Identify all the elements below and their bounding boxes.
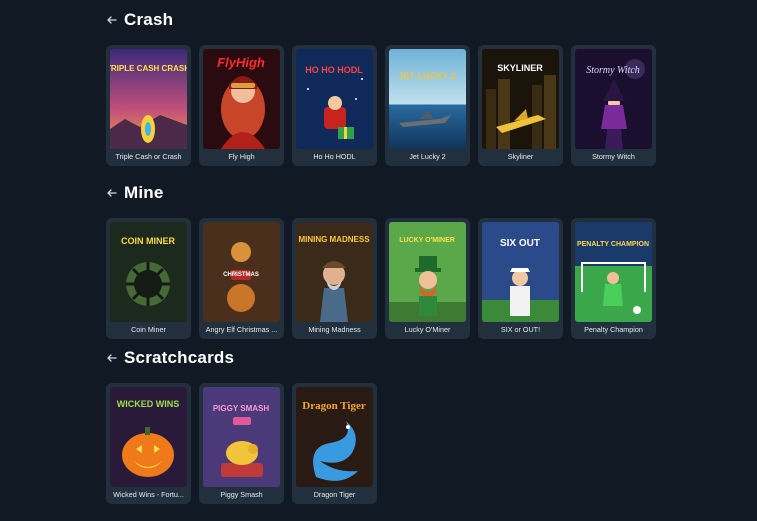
game-title: Lucky O'Miner [404, 325, 451, 334]
game-tile-skyliner[interactable]: SKYLINER Skyliner [478, 45, 563, 166]
game-title: Triple Cash or Crash [115, 152, 182, 161]
game-thumbnail: WICKED WINS [110, 387, 187, 487]
game-tile-penalty-champion[interactable]: PENALTY CHAMPION Penalty Champion [571, 218, 656, 339]
art-text: TRIPLE CASH CRASH [110, 64, 187, 73]
section-title: Mine [124, 183, 164, 202]
art-text: WICKED WINS [117, 399, 180, 409]
art-text: FlyHigh [217, 55, 265, 70]
game-title: Stormy Witch [592, 152, 635, 161]
arrow-left-icon[interactable] [106, 187, 118, 199]
art-text: PENALTY CHAMPION [577, 241, 649, 248]
game-tile-six-or-out[interactable]: SIX OUT SIX or OUT! [478, 218, 563, 339]
art-text: Stormy Witch [586, 65, 640, 76]
section-title: Scratchcards [124, 348, 235, 367]
game-tile-wicked-wins[interactable]: WICKED WINS Wicked Wins - Fortu... [106, 383, 191, 504]
game-title: Angry Elf Christmas ... [205, 325, 278, 334]
game-tile-fly-high[interactable]: FlyHigh Fly High [199, 45, 284, 166]
art-text: COIN MINER [121, 236, 176, 246]
art-text: HO HO HODL [305, 65, 363, 75]
game-thumbnail: JET LUCKY 2 [389, 49, 466, 149]
game-title: Dragon Tiger [313, 490, 356, 499]
game-row: COIN MINER Coin Miner CHRISTMAS Angry El… [106, 218, 656, 339]
game-row: WICKED WINS Wicked Wins - Fortu... PIGGY… [106, 383, 377, 504]
game-tile-piggy-smash[interactable]: PIGGY SMASH Piggy Smash [199, 383, 284, 504]
game-tile-coin-miner[interactable]: COIN MINER Coin Miner [106, 218, 191, 339]
game-title: Jet Lucky 2 [409, 152, 446, 161]
game-thumbnail: FlyHigh [203, 49, 280, 149]
game-tile-lucky-o-miner[interactable]: LUCKY O'MINER Lucky O'Miner [385, 218, 470, 339]
game-thumbnail: Stormy Witch [575, 49, 652, 149]
game-tile-jet-lucky-2[interactable]: JET LUCKY 2 Jet Lucky 2 [385, 45, 470, 166]
art-text: CHRISTMAS [223, 272, 259, 278]
art-text: MINING MADNESS [298, 235, 370, 244]
game-tile-triple-cash-or-crash[interactable]: TRIPLE CASH CRASH Triple Cash or Crash [106, 45, 191, 166]
art-text: SKYLINER [497, 63, 543, 73]
game-row: TRIPLE CASH CRASH Triple Cash or Crash F… [106, 45, 656, 166]
game-thumbnail: HO HO HODL [296, 49, 373, 149]
game-title: Penalty Champion [584, 325, 643, 334]
game-title: SIX or OUT! [500, 325, 541, 334]
game-tile-stormy-witch[interactable]: Stormy Witch Stormy Witch [571, 45, 656, 166]
game-title: Wicked Wins - Fortu... [113, 490, 184, 499]
game-title: Skyliner [507, 152, 534, 161]
game-thumbnail: PENALTY CHAMPION [575, 222, 652, 322]
game-tile-angry-elf-christmas[interactable]: CHRISTMAS Angry Elf Christmas ... [199, 218, 284, 339]
arrow-left-icon[interactable] [106, 14, 118, 26]
game-thumbnail: PIGGY SMASH [203, 387, 280, 487]
game-tile-dragon-tiger[interactable]: Dragon Tiger Dragon Tiger [292, 383, 377, 504]
game-title: Ho Ho HODL [313, 152, 356, 161]
game-thumbnail: SIX OUT [482, 222, 559, 322]
game-thumbnail: MINING MADNESS [296, 222, 373, 322]
game-thumbnail: COIN MINER [110, 222, 187, 322]
art-text: LUCKY O'MINER [399, 237, 455, 244]
game-thumbnail: Dragon Tiger [296, 387, 373, 487]
game-tile-mining-madness[interactable]: MINING MADNESS Mining Madness [292, 218, 377, 339]
game-thumbnail: TRIPLE CASH CRASH [110, 49, 187, 149]
section-header: Crash [106, 8, 173, 32]
art-text: Dragon Tiger [302, 400, 366, 412]
game-title: Fly High [228, 152, 255, 161]
game-title: Mining Madness [308, 325, 361, 334]
arrow-left-icon[interactable] [106, 352, 118, 364]
game-title: Coin Miner [131, 325, 166, 334]
section-title: Crash [124, 10, 174, 29]
art-text: SIX OUT [500, 238, 540, 249]
section-header: Mine [106, 181, 164, 205]
game-thumbnail: SKYLINER [482, 49, 559, 149]
section-header: Scratchcards [106, 346, 234, 370]
art-text: JET LUCKY 2 [398, 71, 455, 81]
game-title: Piggy Smash [220, 490, 263, 499]
game-thumbnail: CHRISTMAS [203, 222, 280, 322]
game-thumbnail: LUCKY O'MINER [389, 222, 466, 322]
game-tile-ho-ho-hodl[interactable]: HO HO HODL Ho Ho HODL [292, 45, 377, 166]
art-text: PIGGY SMASH [213, 404, 270, 413]
